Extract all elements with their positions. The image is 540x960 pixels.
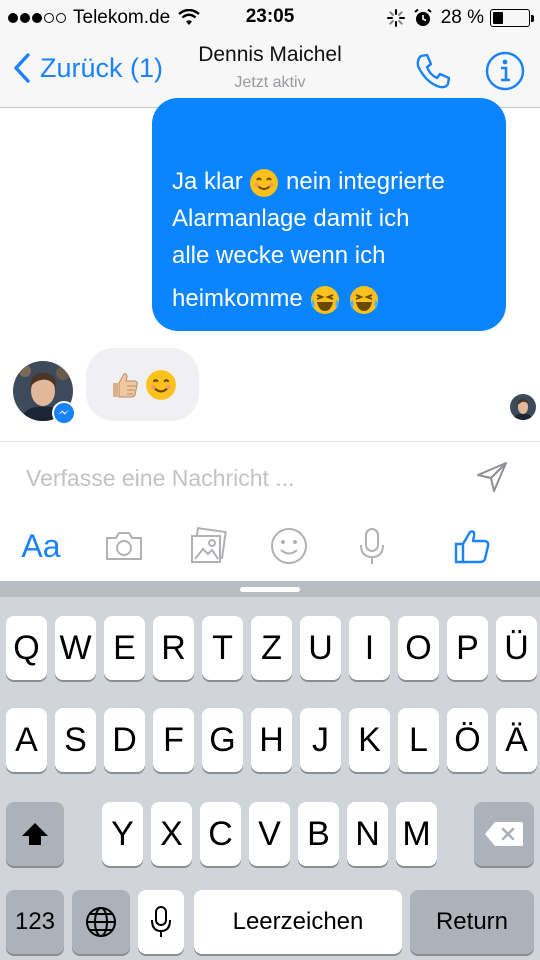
key-row2-10[interactable]: Ö xyxy=(447,708,488,772)
info-icon[interactable] xyxy=(484,50,526,92)
key-row2-4[interactable]: F xyxy=(153,708,194,772)
incoming-message-bubble[interactable] xyxy=(86,348,199,421)
space-key[interactable]: Leerzeichen xyxy=(194,890,402,954)
phone-call-icon[interactable] xyxy=(412,50,454,92)
smiling-face-emoji-icon xyxy=(145,369,176,400)
camera-button[interactable] xyxy=(99,521,149,571)
key-row2-6[interactable]: H xyxy=(251,708,292,772)
key-row1-4[interactable]: R xyxy=(153,616,194,680)
key-row2-5[interactable]: G xyxy=(202,708,243,772)
shift-key[interactable] xyxy=(6,802,64,866)
return-key[interactable]: Return xyxy=(410,890,534,954)
thumbs-up-icon xyxy=(454,530,490,564)
outgoing-message-bubble[interactable]: Ja klar nein integrierte Alarmanlage dam… xyxy=(152,98,506,331)
key-row2-1[interactable]: A xyxy=(6,708,47,772)
message-line-2: Alarmanlage damit ich xyxy=(172,205,410,232)
microphone-icon xyxy=(360,528,384,564)
microphone-icon xyxy=(151,906,171,937)
key-row3-2[interactable]: X xyxy=(151,802,192,866)
activity-spinner-icon xyxy=(386,9,405,27)
contact-name[interactable]: Dennis Maichel xyxy=(0,43,540,67)
key-row2-8[interactable]: K xyxy=(349,708,390,772)
message-text-4: heimkomme xyxy=(172,285,303,312)
message-text-1a: Ja klar xyxy=(172,168,243,195)
battery-icon xyxy=(490,9,534,27)
key-row3-5[interactable]: B xyxy=(298,802,339,866)
emoji-button[interactable] xyxy=(264,521,314,571)
composer-toolbar: Aa xyxy=(0,511,540,581)
key-row2-2[interactable]: S xyxy=(55,708,96,772)
key-row3-6[interactable]: N xyxy=(347,802,388,866)
send-icon[interactable] xyxy=(475,460,509,494)
keyboard: 123 Leerzeichen Return QWERTZUIOPÜ ASDFGH… xyxy=(0,581,540,960)
key-row1-9[interactable]: O xyxy=(398,616,439,680)
key-row1-8[interactable]: I xyxy=(349,616,390,680)
battery-fill xyxy=(493,12,503,24)
backspace-key[interactable] xyxy=(474,802,534,866)
key-row2-11[interactable]: Ä xyxy=(496,708,537,772)
keyboard-drag-handle[interactable] xyxy=(240,587,300,592)
camera-icon xyxy=(106,532,142,560)
globe-key[interactable] xyxy=(72,890,130,954)
gallery-button[interactable] xyxy=(183,521,233,571)
battery-percent: 28 % xyxy=(440,7,484,28)
thumbs-up-emoji-icon xyxy=(112,372,138,397)
key-row1-7[interactable]: U xyxy=(300,616,341,680)
message-line-3: alle wecke wenn ich xyxy=(172,242,386,269)
message-line-4: heimkomme xyxy=(172,280,486,317)
key-row2-7[interactable]: J xyxy=(300,708,341,772)
key-row1-10[interactable]: P xyxy=(447,616,488,680)
read-receipt-avatar xyxy=(510,394,536,420)
key-row1-5[interactable]: T xyxy=(202,616,243,680)
key-row1-2[interactable]: W xyxy=(55,616,96,680)
key-row3-4[interactable]: V xyxy=(249,802,290,866)
smiley-icon xyxy=(271,528,307,564)
contact-status: Jetzt aktiv xyxy=(234,74,306,91)
message-text-1b: nein integrierte xyxy=(286,168,445,195)
like-button[interactable] xyxy=(447,521,497,571)
alarm-icon xyxy=(414,8,432,26)
delete-icon xyxy=(485,822,523,846)
voice-button[interactable] xyxy=(347,521,397,571)
key-row3-1[interactable]: Y xyxy=(102,802,143,866)
key-row2-3[interactable]: D xyxy=(104,708,145,772)
message-composer xyxy=(0,441,540,511)
tears-of-joy-emoji-icon xyxy=(311,285,340,314)
key-row1-3[interactable]: E xyxy=(104,616,145,680)
key-row3-3[interactable]: C xyxy=(200,802,241,866)
text-format-button[interactable]: Aa xyxy=(16,521,66,571)
key-row1-1[interactable]: Q xyxy=(6,616,47,680)
key-row2-9[interactable]: L xyxy=(398,708,439,772)
tears-of-joy-emoji-icon xyxy=(350,285,379,314)
globe-icon xyxy=(86,907,116,937)
status-bar: Telekom.de 23:05 28 % xyxy=(0,0,540,34)
photo-gallery-icon xyxy=(191,527,227,563)
read-receipt-photo xyxy=(510,394,536,420)
key-row1-6[interactable]: Z xyxy=(251,616,292,680)
dictation-key[interactable] xyxy=(138,890,184,954)
message-line-1: Ja klar nein integrierte xyxy=(172,163,486,200)
message-input[interactable] xyxy=(26,460,446,496)
nav-bar: Zurück (1) Dennis Maichel Jetzt aktiv xyxy=(0,34,540,108)
key-row1-11[interactable]: Ü xyxy=(496,616,537,680)
smiling-face-emoji-icon xyxy=(250,168,279,197)
status-right: 28 % xyxy=(386,7,534,29)
numbers-key[interactable]: 123 xyxy=(6,890,64,954)
messenger-badge-icon xyxy=(52,401,76,425)
shift-arrow-icon xyxy=(22,823,48,845)
key-row3-7[interactable]: M xyxy=(396,802,437,866)
